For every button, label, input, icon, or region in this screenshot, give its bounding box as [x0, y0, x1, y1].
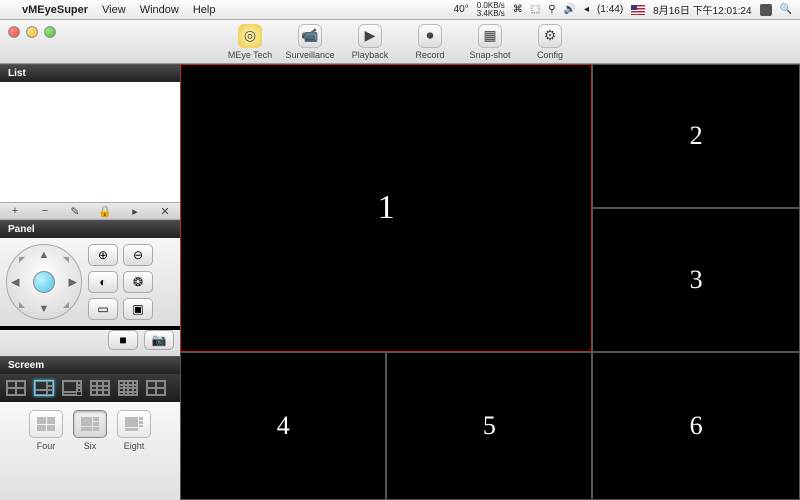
video-grid: 1 2 3 4 5 6: [180, 64, 800, 500]
mac-menubar: vMEyeSuper View Window Help 40° 0.0KB/s3…: [0, 0, 800, 20]
toolbar-snap-button[interactable]: ▦Snap-shot: [463, 24, 517, 60]
toolbar-meye-button[interactable]: ◎MEye Tech: [223, 24, 277, 60]
video-cell-4[interactable]: 4: [180, 352, 386, 500]
layout-l6-button[interactable]: [34, 380, 54, 396]
ptz-left-icon[interactable]: ◀: [11, 276, 19, 289]
meye-icon: ◎: [238, 24, 262, 48]
app-menu[interactable]: vMEyeSuper: [22, 4, 88, 16]
wifi-icon[interactable]: ⚲: [548, 4, 555, 15]
zoom-out-button[interactable]: ⊖: [123, 244, 153, 266]
bluetooth-icon[interactable]: ⌘: [513, 4, 523, 15]
spotlight-icon[interactable]: 🔍: [780, 4, 792, 15]
focus-near-button[interactable]: ▭: [88, 298, 118, 320]
conf-icon: ⚙: [538, 24, 562, 48]
minimize-window-button[interactable]: [26, 26, 38, 38]
layout-l8-button[interactable]: [62, 380, 82, 396]
sidebar: List +−✎ 🔒 ▸ ✕ Panel ▲ ▼ ◀ ▶ ◤◥ ◣◢ ⊕⊖◐❂▭▣ ■…: [0, 64, 180, 500]
surv-icon: 📹: [298, 24, 322, 48]
ptz-down-icon[interactable]: ▼: [39, 303, 50, 315]
sound-icon[interactable]: 🔊: [564, 4, 576, 15]
iris-close-button[interactable]: ❂: [123, 271, 153, 293]
snap-icon: ▦: [478, 24, 502, 48]
panel-section-header: Panel: [0, 220, 180, 238]
layout-l4-button[interactable]: [6, 380, 26, 396]
video-cell-3[interactable]: 3: [592, 208, 800, 352]
menu-help[interactable]: Help: [193, 4, 216, 16]
input-flag-icon[interactable]: [631, 5, 645, 15]
zoom-window-button[interactable]: [44, 26, 56, 38]
list-lock-button[interactable]: 🔒: [95, 205, 115, 218]
footer-six-button[interactable]: Six: [73, 410, 107, 451]
toolbar-play-button[interactable]: ▶Playback: [343, 24, 397, 60]
list-close-button[interactable]: ✕: [155, 205, 175, 218]
user-icon[interactable]: [760, 4, 772, 16]
toolbar-conf-button[interactable]: ⚙Config: [523, 24, 577, 60]
list-edit-button[interactable]: ✎: [65, 205, 85, 218]
temp-indicator: 40°: [454, 4, 469, 15]
layout-l9-button[interactable]: [90, 380, 110, 396]
play-icon: ▶: [358, 24, 382, 48]
footer-four-button[interactable]: Four: [29, 410, 63, 451]
clock[interactable]: 8月16日 下午12:01:24: [653, 2, 751, 17]
menu-view[interactable]: View: [102, 4, 126, 16]
ptz-dpad[interactable]: ▲ ▼ ◀ ▶ ◤◥ ◣◢: [6, 244, 82, 320]
toolbar-rec-button[interactable]: ⏺Record: [403, 24, 457, 60]
list-add-button[interactable]: +: [5, 205, 25, 217]
main-area: List +−✎ 🔒 ▸ ✕ Panel ▲ ▼ ◀ ▶ ◤◥ ◣◢ ⊕⊖◐❂▭▣ ■…: [0, 64, 800, 500]
footer-eight-button[interactable]: Eight: [117, 410, 151, 451]
layout-footer: Four Six Eight: [0, 402, 180, 500]
list-section-header: List: [0, 64, 180, 82]
app-toolbar: ◎MEye Tech📹Surveillance▶Playback⏺Record▦…: [0, 20, 800, 64]
ptz-center-button[interactable]: [33, 271, 55, 293]
rec-btn[interactable]: ■: [108, 330, 138, 350]
close-window-button[interactable]: [8, 26, 20, 38]
layout-lcust-button[interactable]: [146, 380, 166, 396]
toolbar-surv-button[interactable]: 📹Surveillance: [283, 24, 337, 60]
iris-open-button[interactable]: ◐: [88, 271, 118, 293]
battery-time: (1:44): [597, 4, 623, 15]
layout-picker: [0, 374, 180, 402]
device-list[interactable]: [0, 82, 180, 202]
focus-far-button[interactable]: ▣: [123, 298, 153, 320]
dropbox-icon[interactable]: ⬚: [531, 4, 540, 15]
list-play-button[interactable]: ▸: [125, 205, 145, 218]
ptz-right-icon[interactable]: ▶: [69, 276, 77, 289]
traffic-lights: [8, 26, 56, 38]
rec-icon: ⏺: [418, 24, 442, 48]
battery-icon[interactable]: ◂: [584, 4, 589, 15]
video-cell-1[interactable]: 1: [180, 64, 592, 352]
screen-section-header: Screem: [0, 356, 180, 374]
video-cell-2[interactable]: 2: [592, 64, 800, 208]
ptz-up-icon[interactable]: ▲: [39, 249, 50, 261]
zoom-in-button[interactable]: ⊕: [88, 244, 118, 266]
video-cell-6[interactable]: 6: [592, 352, 800, 500]
video-cell-5[interactable]: 5: [386, 352, 592, 500]
snap-btn[interactable]: 📷: [144, 330, 174, 350]
list-remove-button[interactable]: −: [35, 205, 55, 217]
network-speed: 0.0KB/s3.4KB/s: [477, 2, 505, 18]
list-toolbar: +−✎ 🔒 ▸ ✕: [0, 202, 180, 220]
menu-window[interactable]: Window: [140, 4, 179, 16]
ptz-panel: ▲ ▼ ◀ ▶ ◤◥ ◣◢ ⊕⊖◐❂▭▣: [0, 238, 180, 326]
layout-l16-button[interactable]: [118, 380, 138, 396]
